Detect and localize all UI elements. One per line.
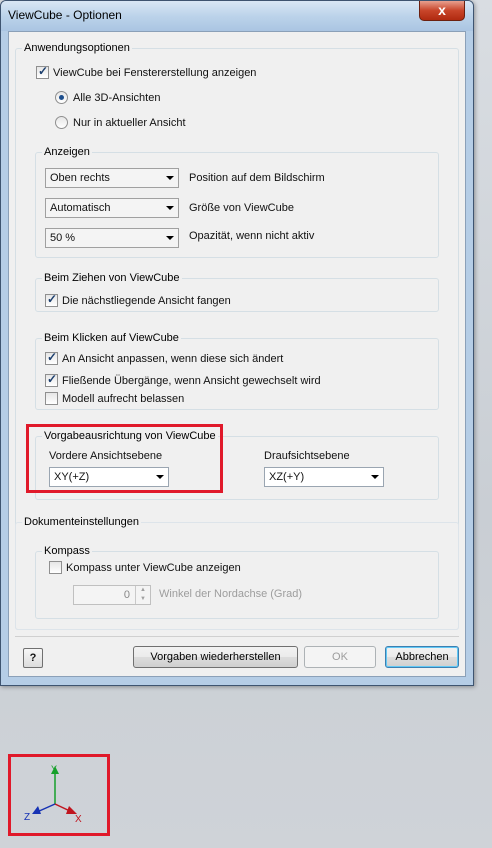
- position-dropdown[interactable]: Oben rechts: [45, 168, 179, 188]
- fit-view-label: An Ansicht anpassen, wenn diese sich änd…: [62, 352, 284, 365]
- button-separator: [15, 636, 459, 637]
- chevron-down-icon: [166, 236, 174, 240]
- position-dropdown-value: Oben rechts: [50, 172, 110, 184]
- axis-z-label: Z: [24, 812, 30, 823]
- dialog-client-area: Anwendungsoptionen ViewCube bei Fenstere…: [8, 31, 466, 677]
- radio-current-view-row[interactable]: Nur in aktueller Ansicht: [55, 116, 186, 129]
- help-icon: ?: [29, 652, 37, 664]
- snap-view-checkbox[interactable]: [45, 292, 58, 307]
- axis-y-label: Y: [51, 764, 57, 774]
- show-compass-checkbox-row[interactable]: Kompass unter ViewCube anzeigen: [49, 561, 241, 574]
- viewcube-options-dialog: ViewCube - Optionen x Anwendungsoptionen…: [0, 0, 474, 686]
- keep-upright-label: Modell aufrecht belassen: [62, 392, 185, 405]
- fit-view-checkbox[interactable]: [45, 350, 58, 365]
- size-label: Größe von ViewCube: [189, 202, 294, 214]
- group-legend-application-options: Anwendungsoptionen: [22, 42, 132, 54]
- keep-upright-checkbox-row[interactable]: Modell aufrecht belassen: [45, 392, 184, 405]
- smooth-transitions-checkbox-row[interactable]: Fließende Übergänge, wenn Ansicht gewech…: [45, 372, 321, 387]
- axis-x-label: X: [75, 814, 82, 825]
- size-dropdown[interactable]: Automatisch: [45, 198, 179, 218]
- group-legend-click: Beim Klicken auf ViewCube: [42, 332, 181, 344]
- help-button[interactable]: ?: [23, 648, 43, 668]
- radio-current-view-label: Nur in aktueller Ansicht: [73, 116, 186, 129]
- opacity-dropdown-value: 50 %: [50, 232, 76, 244]
- radio-current-view[interactable]: [55, 116, 68, 129]
- axis-triad-icon: Y Z X: [24, 764, 82, 825]
- snap-view-checkbox-row[interactable]: Die nächstliegende Ansicht fangen: [45, 292, 231, 307]
- show-on-create-checkbox-row[interactable]: ViewCube bei Fenstererstellung anzeigen: [36, 64, 257, 79]
- group-legend-display: Anzeigen: [42, 146, 92, 158]
- restore-defaults-button[interactable]: Vorgaben wiederherstellen: [133, 646, 298, 668]
- chevron-down-icon: [166, 176, 174, 180]
- position-label: Position auf dem Bildschirm: [189, 172, 325, 184]
- opacity-dropdown[interactable]: 50 %: [45, 228, 179, 248]
- cancel-button[interactable]: Abbrechen: [385, 646, 459, 668]
- window-title: ViewCube - Optionen: [8, 8, 122, 22]
- spin-down-icon[interactable]: ▼: [135, 595, 150, 604]
- show-compass-checkbox[interactable]: [49, 561, 62, 574]
- snap-view-label: Die nächstliegende Ansicht fangen: [62, 294, 231, 307]
- group-legend-drag: Beim Ziehen von ViewCube: [42, 272, 182, 284]
- top-view-plane-label: Draufsichtsebene: [264, 450, 350, 462]
- smooth-transitions-checkbox[interactable]: [45, 372, 58, 387]
- radio-all-3d-views-row[interactable]: Alle 3D-Ansichten: [55, 91, 160, 104]
- show-on-create-checkbox[interactable]: [36, 64, 49, 79]
- north-angle-label: Winkel der Nordachse (Grad): [159, 588, 303, 600]
- size-dropdown-value: Automatisch: [50, 202, 111, 214]
- opacity-label: Opazität, wenn nicht aktiv: [189, 230, 315, 242]
- highlight-annotation-orientation: [26, 424, 223, 493]
- smooth-transitions-label: Fließende Übergänge, wenn Ansicht gewech…: [62, 374, 321, 387]
- fit-view-checkbox-row[interactable]: An Ansicht anpassen, wenn diese sich änd…: [45, 350, 284, 365]
- spin-up-icon[interactable]: ▲: [135, 586, 150, 595]
- ok-button[interactable]: OK: [304, 646, 376, 668]
- chevron-down-icon: [166, 206, 174, 210]
- show-on-create-label: ViewCube bei Fenstererstellung anzeigen: [53, 66, 257, 79]
- show-compass-label: Kompass unter ViewCube anzeigen: [66, 561, 241, 574]
- title-bar[interactable]: ViewCube - Optionen x: [1, 1, 473, 31]
- radio-all-3d-views-label: Alle 3D-Ansichten: [73, 91, 161, 104]
- north-angle-value: 0: [123, 589, 130, 601]
- chevron-down-icon: [371, 475, 379, 479]
- top-view-plane-value: XZ(+Y): [269, 471, 305, 483]
- radio-all-3d-views[interactable]: [55, 91, 68, 104]
- keep-upright-checkbox[interactable]: [45, 392, 58, 405]
- top-view-plane-dropdown[interactable]: XZ(+Y): [264, 467, 384, 487]
- close-button[interactable]: x: [419, 1, 465, 21]
- group-legend-compass: Kompass: [42, 545, 92, 557]
- north-angle-spinner[interactable]: 0 ▲ ▼: [73, 585, 151, 605]
- group-legend-document-settings: Dokumenteinstellungen: [22, 516, 141, 528]
